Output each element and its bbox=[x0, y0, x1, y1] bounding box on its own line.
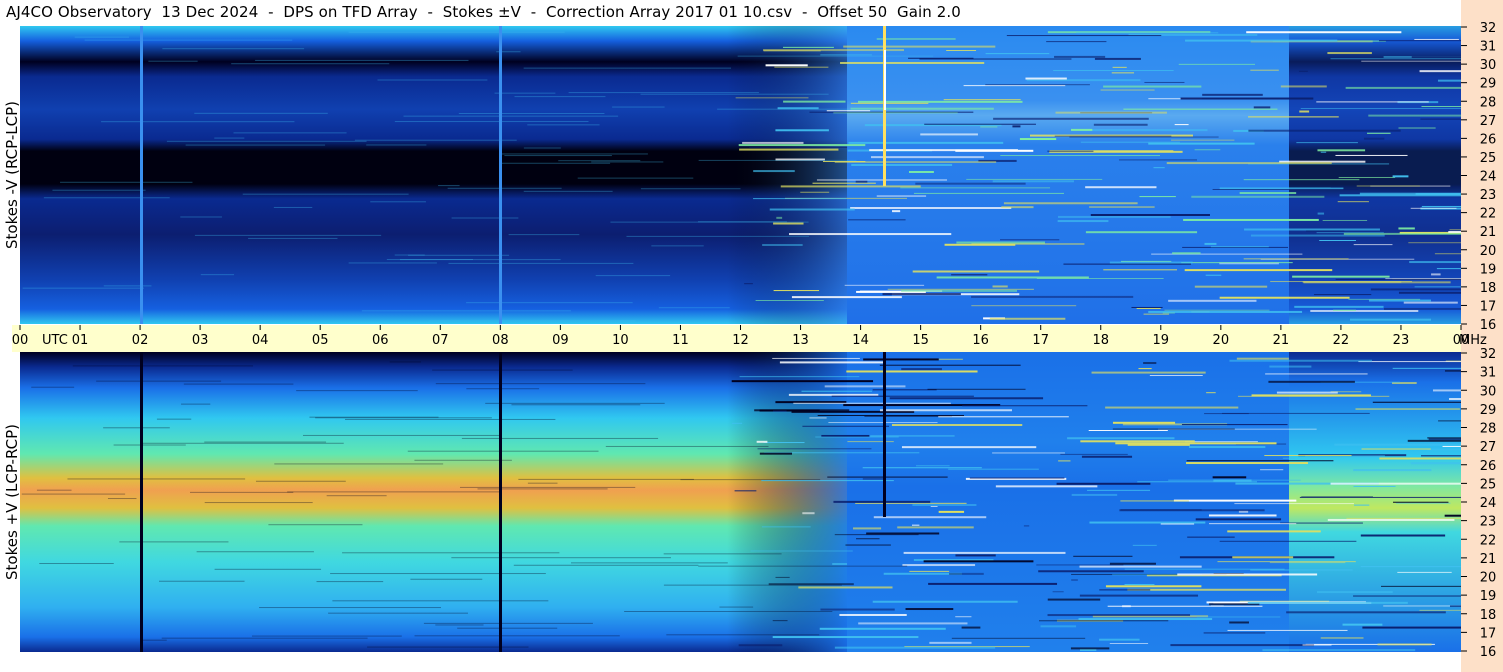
y-tick-label: 31 bbox=[1480, 40, 1497, 55]
y-tick-label: 32 bbox=[1480, 347, 1497, 362]
bottom-vertical-line-02h bbox=[140, 352, 143, 652]
y-tick-label: 18 bbox=[1480, 608, 1497, 623]
y-tick-label: 26 bbox=[1480, 132, 1497, 147]
x-tick-label: 20 bbox=[1213, 333, 1230, 348]
x-tick-label: 22 bbox=[1333, 333, 1350, 348]
y-tick-label: 25 bbox=[1480, 151, 1497, 166]
y-tick-label: 19 bbox=[1480, 589, 1497, 604]
y-tick-label: 29 bbox=[1480, 77, 1497, 92]
y-tick-label: 23 bbox=[1480, 188, 1497, 203]
x-tick-label: 18 bbox=[1092, 333, 1109, 348]
y-tick-label: 28 bbox=[1480, 95, 1497, 110]
x-tick-label: 15 bbox=[912, 333, 929, 348]
bottom-spectrogram-panel bbox=[20, 352, 1461, 652]
y-tick-label: 24 bbox=[1480, 170, 1497, 185]
y-tick-label: 17 bbox=[1480, 299, 1497, 314]
x-tick-label: 06 bbox=[372, 333, 389, 348]
bottom-vertical-line-14h bbox=[883, 352, 886, 517]
x-axis-time-ticks: 00 UTC 01 02 03 04 05 06 07 08 09 10 11 12 13 14 15 16 17 1… bbox=[12, 325, 1487, 348]
y-tick-label: 32 bbox=[1480, 21, 1497, 36]
bottom-y-axis-ticks: 32 31 30 29 28 27 26 25 24 23 22 21 20 19 18 17 16 bbox=[1461, 347, 1496, 660]
y-tick-label: 16 bbox=[1480, 645, 1497, 660]
bottom-vertical-line-08h bbox=[499, 352, 502, 652]
x-tick-label: 21 bbox=[1273, 333, 1290, 348]
y-tick-label: 18 bbox=[1480, 281, 1497, 296]
y-tick-label: 22 bbox=[1480, 207, 1497, 222]
top-spectrogram-panel bbox=[20, 26, 1461, 324]
x-tick-label: 19 bbox=[1153, 333, 1170, 348]
x-tick-label: 16 bbox=[972, 333, 989, 348]
top-vertical-line-02h bbox=[140, 26, 143, 324]
y-tick-label: 29 bbox=[1480, 403, 1497, 418]
x-tick-label: 05 bbox=[312, 333, 329, 348]
y-tick-label: 19 bbox=[1480, 262, 1497, 277]
y-tick-label: 28 bbox=[1480, 422, 1497, 437]
x-tick-label: 04 bbox=[252, 333, 269, 348]
x-tick-label: 01 bbox=[72, 333, 89, 348]
x-tick-label: 13 bbox=[792, 333, 809, 348]
y-tick-label: 21 bbox=[1480, 552, 1497, 567]
y-tick-label: 23 bbox=[1480, 515, 1497, 530]
y-tick-label: 27 bbox=[1480, 440, 1497, 455]
y-tick-label: 21 bbox=[1480, 225, 1497, 240]
y-tick-label: 24 bbox=[1480, 496, 1497, 511]
top-y-axis-ticks: 32 31 30 29 28 27 26 25 24 23 22 21 20 19 18 17 16 bbox=[1461, 21, 1496, 333]
y-tick-label: 31 bbox=[1480, 366, 1497, 381]
x-tick-label: 09 bbox=[552, 333, 569, 348]
x-tick-label: UTC bbox=[42, 333, 68, 348]
spectrogram-chart: 00 UTC 01 02 03 04 05 06 07 08 09 10 11 12 13 14 15 16 17 1… bbox=[12, 21, 1497, 660]
x-tick-label: 23 bbox=[1393, 333, 1410, 348]
x-tick-label: 07 bbox=[432, 333, 449, 348]
y-tick-label: 25 bbox=[1480, 477, 1497, 492]
x-tick-label: 03 bbox=[192, 333, 209, 348]
y-tick-label: 20 bbox=[1480, 571, 1497, 586]
y-tick-label: 27 bbox=[1480, 114, 1497, 129]
x-tick-label: 00 bbox=[12, 333, 29, 348]
x-tick-label: 12 bbox=[732, 333, 749, 348]
x-tick-label: 14 bbox=[852, 333, 869, 348]
y-tick-label: 30 bbox=[1480, 384, 1497, 399]
x-tick-label: 02 bbox=[132, 333, 149, 348]
top-vertical-line-08h bbox=[499, 26, 502, 324]
x-tick-label: 17 bbox=[1032, 333, 1049, 348]
y-tick-label: 26 bbox=[1480, 459, 1497, 474]
x-tick-label: 08 bbox=[492, 333, 509, 348]
x-tick-label: MHz bbox=[1459, 333, 1487, 348]
y-tick-label: 17 bbox=[1480, 626, 1497, 641]
y-tick-label: 30 bbox=[1480, 58, 1497, 73]
x-tick-label: 10 bbox=[612, 333, 629, 348]
x-tick-label: 11 bbox=[672, 333, 689, 348]
y-tick-label: 22 bbox=[1480, 533, 1497, 548]
y-tick-label: 16 bbox=[1480, 318, 1497, 333]
y-tick-label: 20 bbox=[1480, 244, 1497, 259]
